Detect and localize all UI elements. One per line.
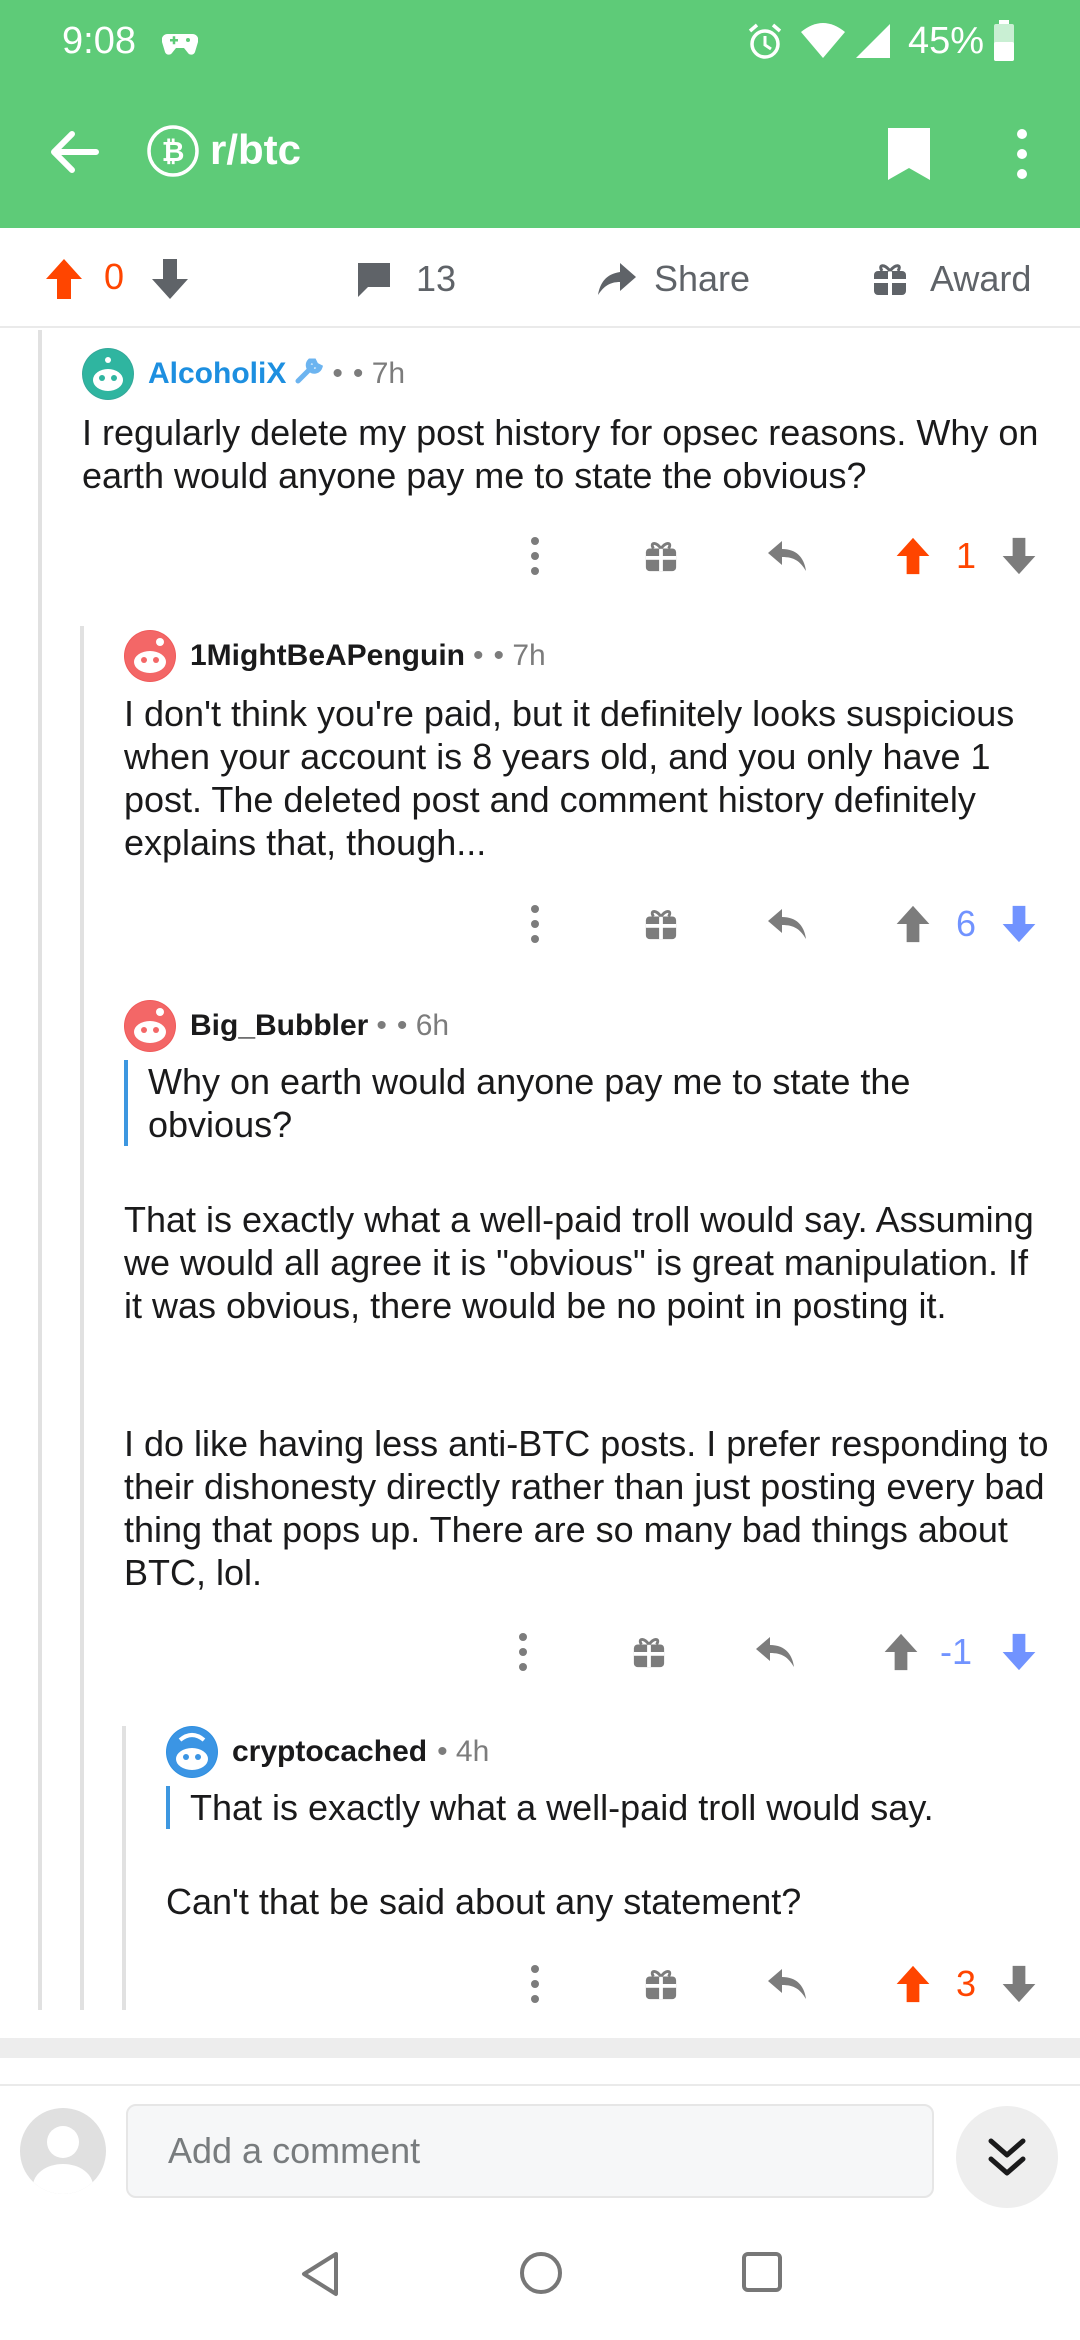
expand-button[interactable] [956,2106,1058,2208]
gift-icon[interactable] [644,526,678,586]
share-icon [598,263,636,295]
nav-recents-icon[interactable] [740,2250,784,2299]
post-action-bar: 0 13 Share Award [0,228,1080,328]
post-score: 0 [104,256,125,297]
comment-paragraph: Can't that be said about any statement? [166,1881,802,1922]
comments-count: 13 [416,258,457,299]
status-time: 9:08 [62,20,136,62]
upvote-icon[interactable] [894,526,932,586]
comment-score: 6 [956,903,977,944]
share-button[interactable]: Share [596,254,750,304]
award-button[interactable]: Award [872,254,1031,304]
subreddit-name[interactable]: r/btc [210,126,301,174]
share-label: Share [654,258,751,299]
gamepad-icon [161,28,199,63]
more-options-icon[interactable] [530,526,540,586]
comment-header: Big_Bubbler • • 6h [124,1000,449,1052]
reply-icon[interactable] [766,1954,808,2014]
chevron-down-icon [988,2138,1026,2176]
comment-actions: 3 [520,1954,1040,2014]
battery-icon [993,20,1015,67]
downvote-icon[interactable] [1000,1954,1038,2014]
comment-score: 3 [956,1963,977,2004]
more-options-icon[interactable] [518,1622,528,1682]
comment-score: 1 [956,535,977,576]
upvote-icon[interactable] [894,894,932,954]
quoted-text: That is exactly what a well-paid troll w… [166,1786,1026,1829]
comment-actions: -1 [510,1622,1040,1682]
comment-header: 1MightBeAPenguin • • 7h [124,630,546,682]
comment-age: • 7h [493,639,546,672]
comment-author[interactable]: cryptocached [232,1735,427,1769]
downvote-icon[interactable] [1000,526,1038,586]
more-options-icon[interactable] [530,1954,540,2014]
svg-text:₿: ₿ [162,135,185,168]
toolbar: ₿ r/btc [0,100,1080,210]
comment-paragraph: I do like having less anti-BTC posts. I … [124,1423,1049,1593]
nav-home-icon[interactable] [518,2250,564,2301]
avatar[interactable] [124,630,176,682]
comment-header: cryptocached • 4h [166,1726,489,1778]
comment-paragraph: That is exactly what a well-paid troll w… [124,1199,1034,1326]
thread-line [80,626,84,2010]
comment-age: • 6h [396,1009,450,1042]
back-arrow-icon[interactable] [46,124,102,180]
wrench-icon [294,355,326,393]
divider [0,2038,1080,2058]
downvote-icon[interactable] [1000,894,1038,954]
separator-dot: • [332,357,343,390]
comment-actions: 6 [520,894,1040,954]
gift-icon[interactable] [632,1622,666,1682]
comment-composer-bar: Add a comment [0,2084,1080,2214]
wifi-icon [800,22,846,65]
comment-actions: 1 [520,526,1040,586]
gift-icon[interactable] [644,1954,678,2014]
bookmark-icon[interactable] [884,124,934,184]
reply-icon[interactable] [754,1622,796,1682]
comments-button[interactable]: 13 [354,254,456,304]
thread-line [38,330,42,2010]
downvote-icon[interactable] [1000,1622,1038,1682]
battery-percent: 45% [908,20,985,62]
avatar[interactable] [124,1000,176,1052]
comment-score: -1 [940,1631,973,1672]
avatar[interactable] [166,1726,218,1778]
comment-age: • 7h [352,357,406,390]
status-bar: 9:08 45% [0,0,1080,80]
more-options-icon[interactable] [530,894,540,954]
separator-dot: • [376,1009,387,1042]
upvote-icon[interactable] [894,1954,932,2014]
comment-icon [358,263,390,297]
comment-author[interactable]: Big_Bubbler [190,1009,368,1043]
nav-back-icon[interactable] [298,2250,342,2303]
comment-age: • 4h [437,1735,490,1768]
system-nav-bar [0,2214,1080,2340]
quoted-text: Why on earth would anyone pay me to stat… [124,1060,1024,1146]
comment-body: I regularly delete my post history for o… [82,412,1039,496]
alarm-icon [745,22,785,67]
thread-line [122,1726,126,2010]
upvote-icon[interactable] [882,1622,920,1682]
reply-icon[interactable] [766,526,808,586]
bitcoin-icon[interactable]: ₿ [146,124,200,178]
gift-icon [874,264,906,295]
user-avatar-icon[interactable] [20,2108,106,2194]
avatar[interactable] [82,348,134,400]
signal-icon [852,22,892,65]
comment-body: I don't think you're paid, but it defini… [124,693,1015,863]
award-label: Award [930,258,1032,299]
gift-icon[interactable] [644,894,678,954]
more-options-icon[interactable] [1012,126,1032,182]
comment-author[interactable]: AlcoholiX [148,357,286,391]
reply-icon[interactable] [766,894,808,954]
separator-dot: • [473,639,484,672]
comment-header: AlcoholiX • • 7h [82,348,405,400]
app-header: 9:08 45% ₿ r/btc [0,0,1080,228]
downvote-icon[interactable] [150,254,190,304]
upvote-icon[interactable] [44,254,84,304]
comment-input[interactable]: Add a comment [126,2104,934,2198]
comment-author[interactable]: 1MightBeAPenguin [190,639,465,673]
